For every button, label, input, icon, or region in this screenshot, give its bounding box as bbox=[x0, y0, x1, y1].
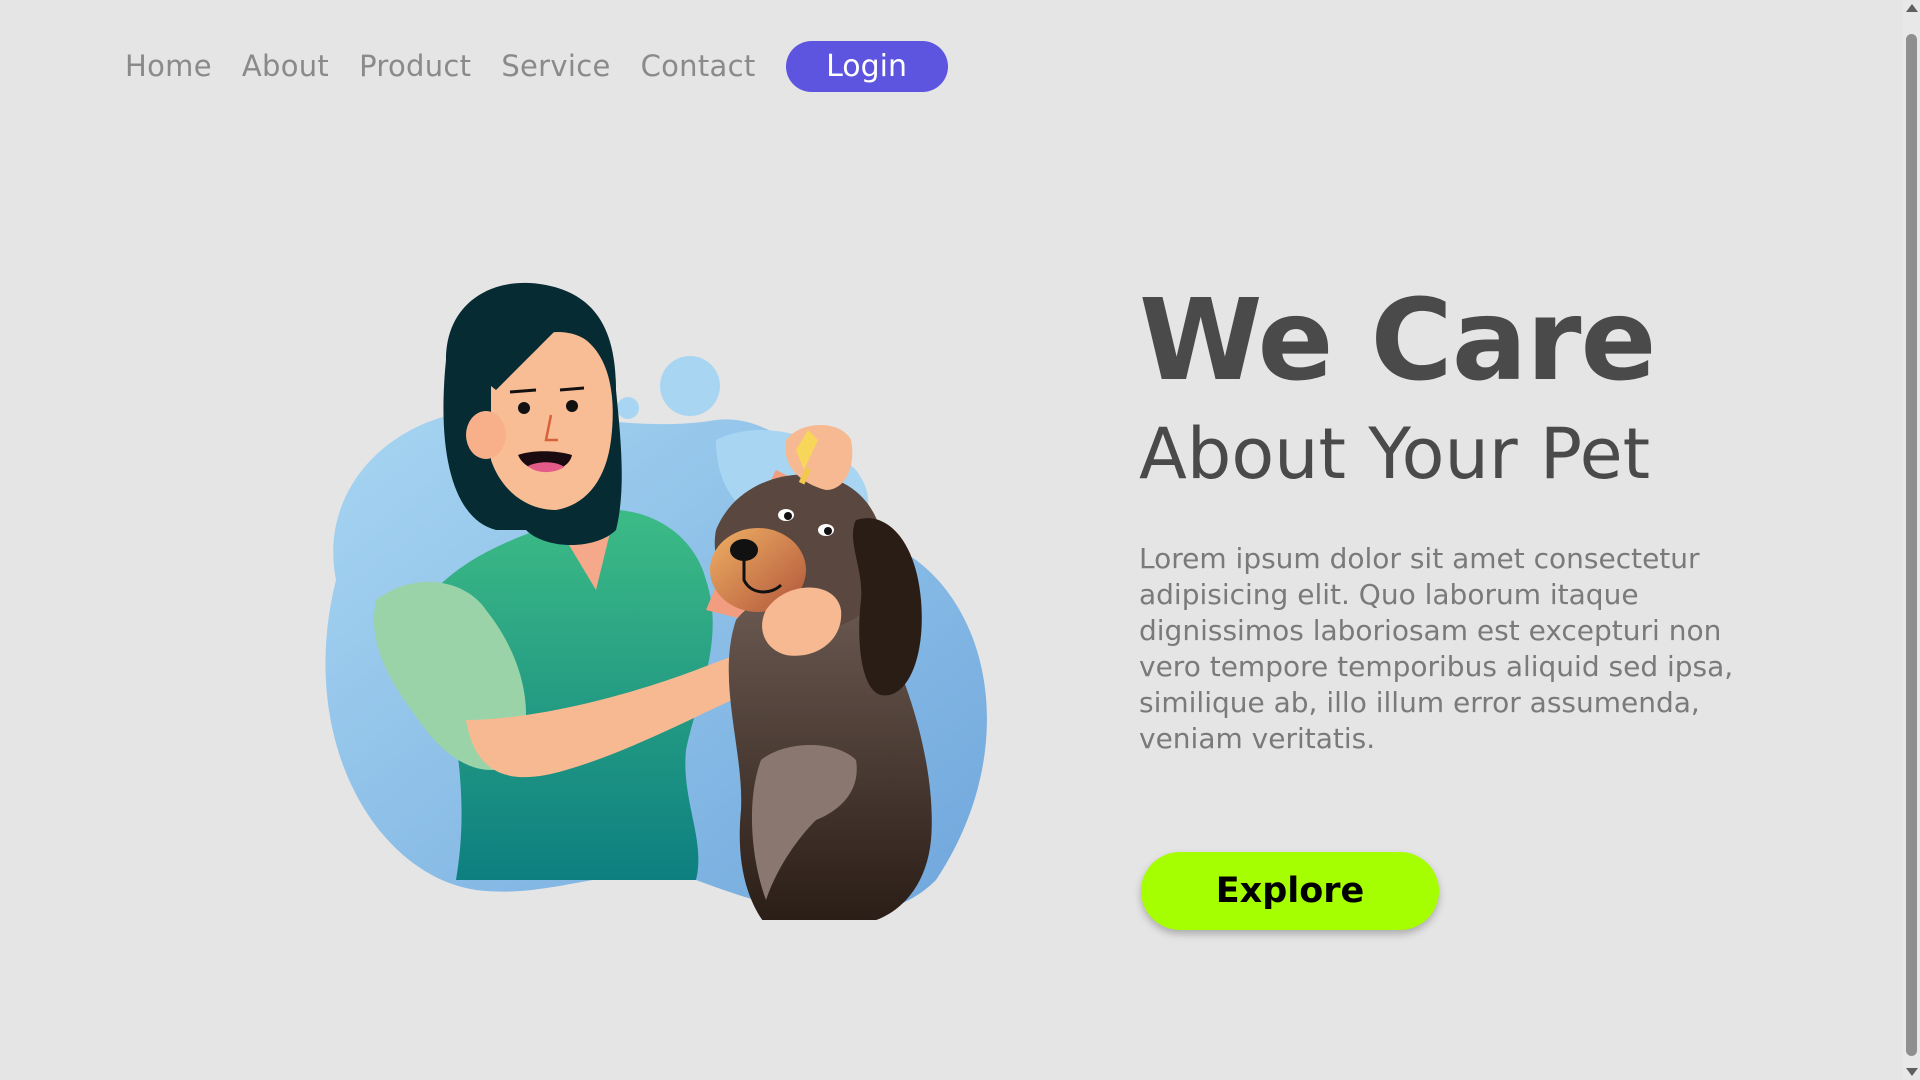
dog-nose bbox=[730, 539, 758, 561]
scroll-up-arrow-icon[interactable] bbox=[1906, 4, 1918, 12]
pet-care-illustration bbox=[325, 282, 987, 925]
woman-ear bbox=[466, 411, 506, 459]
scroll-down-arrow-icon[interactable] bbox=[1906, 1068, 1918, 1076]
explore-button[interactable]: Explore bbox=[1141, 852, 1439, 930]
bubble-large bbox=[660, 356, 720, 416]
hero-description: Lorem ipsum dolor sit amet consectetur a… bbox=[1139, 542, 1734, 755]
landing-page: Home About Product Service Contact Login bbox=[0, 0, 1920, 1080]
nav-link-contact[interactable]: Contact bbox=[641, 49, 756, 83]
hero-illustration bbox=[296, 280, 1026, 925]
nav-link-home[interactable]: Home bbox=[125, 49, 212, 83]
woman-eye-left bbox=[518, 402, 530, 414]
woman-eyebrow-left bbox=[509, 388, 537, 394]
nav-link-product[interactable]: Product bbox=[359, 49, 471, 83]
scroll-thumb[interactable] bbox=[1906, 34, 1917, 1056]
woman-eye-right bbox=[566, 400, 578, 412]
nav-link-about[interactable]: About bbox=[242, 49, 329, 83]
hero-title: We Care bbox=[1139, 276, 1656, 406]
login-button[interactable]: Login bbox=[785, 40, 948, 92]
main-nav: Home About Product Service Contact Login bbox=[125, 40, 948, 92]
hero-subtitle: About Your Pet bbox=[1139, 413, 1651, 495]
nav-link-service[interactable]: Service bbox=[501, 49, 610, 83]
bubble-small bbox=[617, 397, 639, 419]
vertical-scrollbar[interactable] bbox=[1903, 0, 1920, 1080]
woman-eyebrow-right bbox=[559, 386, 585, 392]
hero-section: We Care About Your Pet Lorem ipsum dolor… bbox=[1139, 285, 1799, 757]
